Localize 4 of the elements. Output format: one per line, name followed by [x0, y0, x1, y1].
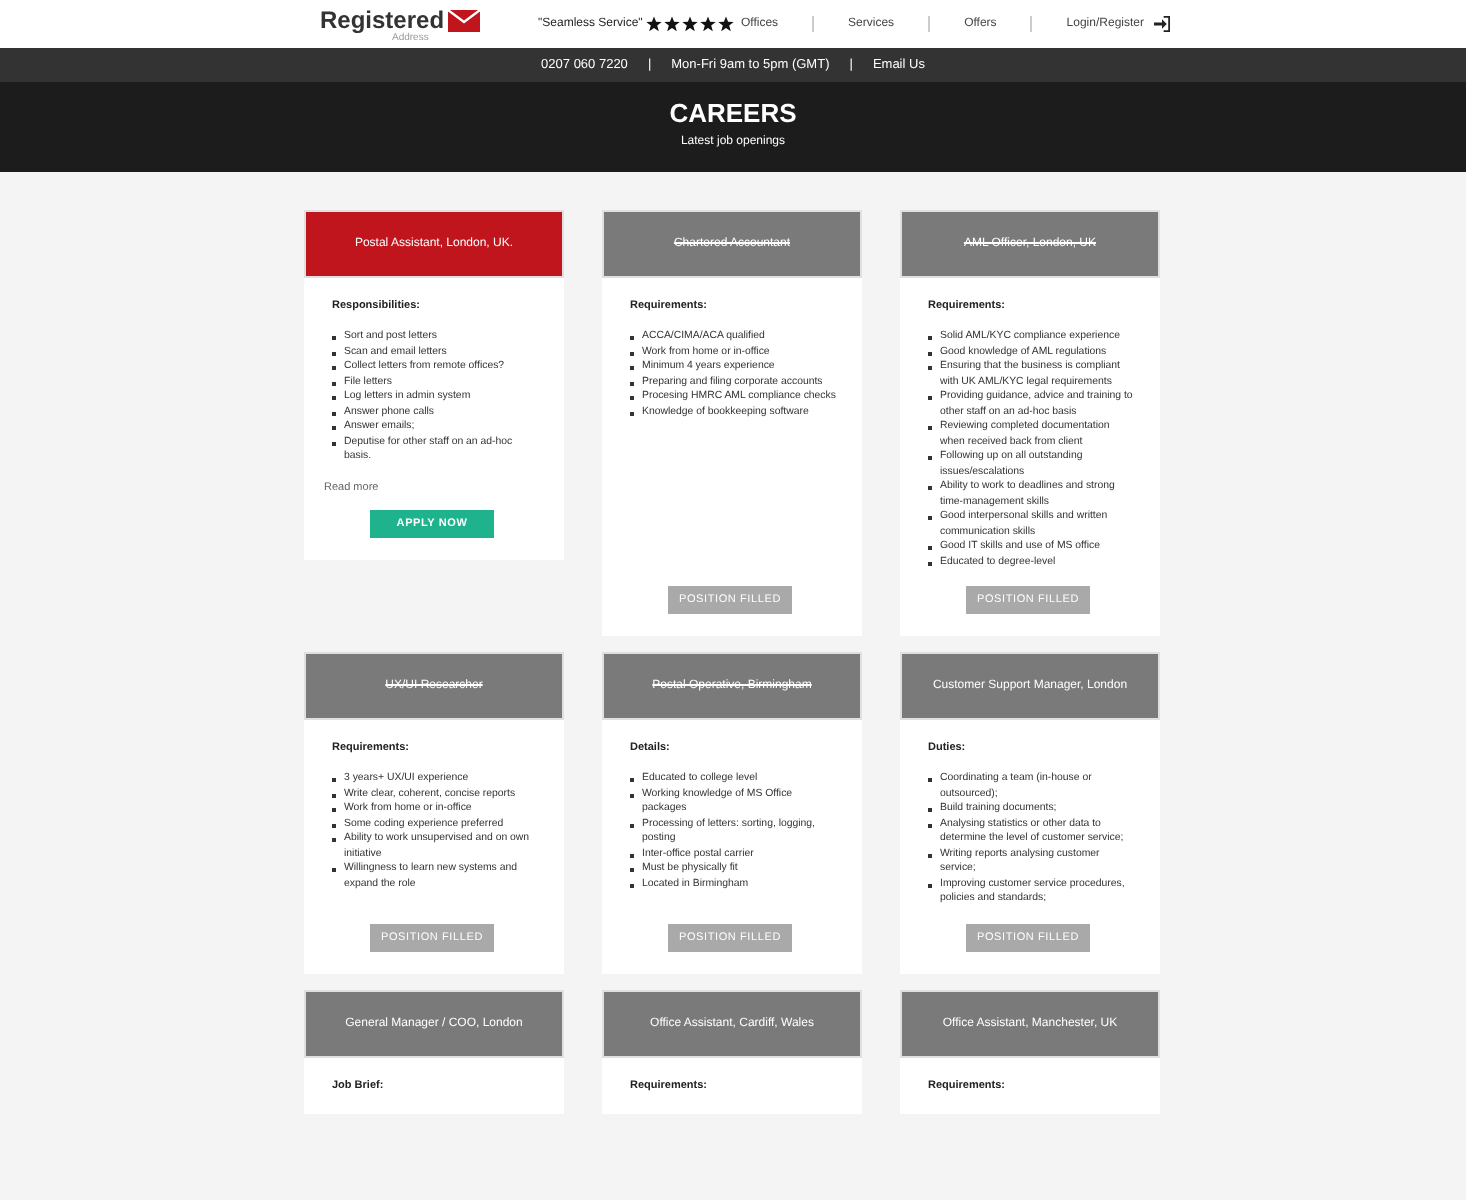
envelope-icon — [448, 10, 481, 32]
logo-text[interactable]: Registered — [320, 6, 445, 34]
sign-in-icon[interactable] — [1154, 16, 1170, 32]
page-title: CAREERS — [669, 98, 797, 128]
